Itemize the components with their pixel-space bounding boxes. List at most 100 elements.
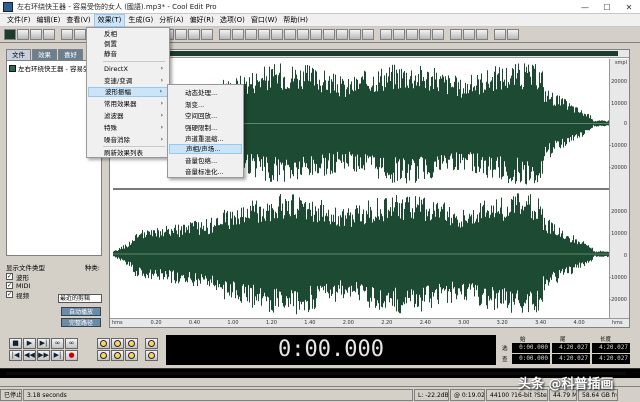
- new-file-icon[interactable]: [17, 29, 29, 40]
- fast-forward-button[interactable]: ▶▶: [37, 350, 50, 361]
- rewind-button[interactable]: ◀◀: [23, 350, 36, 361]
- menu-effects[interactable]: 效果(T): [93, 13, 126, 27]
- menu-analyze[interactable]: 分析(A): [156, 14, 186, 27]
- filter-icon[interactable]: [297, 29, 309, 40]
- selection-begin-value[interactable]: 0:00.000: [512, 343, 550, 353]
- full-path-button[interactable]: 完整路径: [61, 318, 101, 327]
- overview-bar[interactable]: [110, 50, 629, 58]
- cut-icon[interactable]: [61, 29, 73, 40]
- scripts-icon[interactable]: [476, 29, 488, 40]
- menu-options[interactable]: 选项(O): [217, 14, 248, 27]
- cd-icon[interactable]: [450, 29, 462, 40]
- menu-item-noise-reduction[interactable]: 噪音消除 ›: [88, 135, 168, 145]
- envelope-icon[interactable]: [258, 29, 270, 40]
- amplify-icon[interactable]: [245, 29, 257, 40]
- fade-icon[interactable]: [188, 29, 200, 40]
- checkbox-video[interactable]: ✓: [6, 291, 13, 298]
- menu-item-filters[interactable]: 滤波器 ›: [88, 111, 168, 121]
- cue-list-icon[interactable]: [419, 29, 431, 40]
- menu-item-silence[interactable]: 静音: [88, 49, 168, 59]
- checkbox-waveform[interactable]: ✓: [6, 273, 13, 280]
- zoom-selection-icon[interactable]: [125, 350, 138, 361]
- menu-item-reverse[interactable]: 倒置: [88, 39, 168, 49]
- tab-effects[interactable]: 效果: [32, 49, 57, 60]
- sort-select[interactable]: 最近的剪辑: [58, 294, 102, 303]
- multitrack-toggle-icon[interactable]: [4, 29, 16, 40]
- menu-item-binaural[interactable]: 空间回放...: [169, 111, 242, 121]
- play-list-icon[interactable]: [432, 29, 444, 40]
- play-to-end-button[interactable]: ▶|: [37, 338, 50, 349]
- menu-item-normalize[interactable]: 音量标准化...: [169, 167, 242, 177]
- selection-end-value[interactable]: 4:20.027: [552, 343, 590, 353]
- menu-item-dynamics[interactable]: 动态处理...: [169, 88, 242, 98]
- zoom-in-vertical-icon[interactable]: [145, 338, 158, 349]
- stretch-icon[interactable]: [271, 29, 283, 40]
- menu-item-amplitude[interactable]: 波形振幅 ›: [88, 87, 168, 97]
- menu-item-hard-limit[interactable]: 强硬限制...: [169, 123, 242, 133]
- menu-item-envelope-fade[interactable]: 渐变...: [169, 100, 242, 110]
- record-button[interactable]: ●: [65, 350, 78, 361]
- reverb-icon[interactable]: [310, 29, 322, 40]
- close-button[interactable]: ✕: [618, 0, 640, 14]
- snap-icon[interactable]: [406, 29, 418, 40]
- effects-menu: 反相 倒置 静音 DirectX › 变速/变调 › 波形振幅 › 常用效果器 › 滤波…: [86, 27, 170, 158]
- chorus-icon[interactable]: [349, 29, 361, 40]
- menu-item-directx[interactable]: DirectX ›: [88, 64, 168, 74]
- go-to-start-button[interactable]: |◀: [9, 350, 22, 361]
- menu-favorites[interactable]: 偏好(R): [187, 14, 217, 27]
- stop-button[interactable]: ■: [9, 338, 22, 349]
- checkbox-midi[interactable]: ✓: [6, 282, 13, 289]
- flanger-icon[interactable]: [362, 29, 374, 40]
- zoom-to-right-icon[interactable]: [111, 350, 124, 361]
- menu-window[interactable]: 窗口(W): [248, 14, 280, 27]
- grid-icon[interactable]: [393, 29, 405, 40]
- tab-favorites[interactable]: 喜好: [58, 49, 83, 60]
- autoplay-button[interactable]: 自动播放: [61, 307, 101, 316]
- minimize-button[interactable]: —: [574, 0, 596, 14]
- menu-edit[interactable]: 编辑(E): [34, 14, 64, 27]
- menu-help[interactable]: 帮助(H): [280, 14, 311, 27]
- menu-item-volume-envelope[interactable]: 音量包络...: [169, 156, 242, 166]
- selection-length-value[interactable]: 4:20.027: [592, 343, 630, 353]
- settings-icon[interactable]: [494, 29, 506, 40]
- view-length-value[interactable]: 4:20.027: [592, 354, 630, 364]
- right-channel[interactable]: [113, 190, 609, 318]
- go-to-end-button[interactable]: ▶|: [51, 350, 64, 361]
- menu-item-invert[interactable]: 反相: [88, 29, 168, 39]
- delay-icon[interactable]: [323, 29, 335, 40]
- maximize-button[interactable]: ☐: [596, 0, 618, 14]
- play-button[interactable]: ▶: [23, 338, 36, 349]
- noise-reduction-icon[interactable]: [284, 29, 296, 40]
- menu-item-label: 静音: [104, 50, 117, 58]
- spectral-view-icon[interactable]: [219, 29, 231, 40]
- open-file-icon[interactable]: [30, 29, 42, 40]
- menu-item-time-pitch[interactable]: 变速/变调 ›: [88, 76, 168, 86]
- save-file-icon[interactable]: [43, 29, 55, 40]
- menu-generate[interactable]: 生成(G): [125, 14, 156, 27]
- loop-button[interactable]: ∞: [65, 338, 78, 349]
- metronome-icon[interactable]: [380, 29, 392, 40]
- menu-item-special[interactable]: 特殊 ›: [88, 123, 168, 133]
- zoom-to-left-icon[interactable]: [97, 350, 110, 361]
- view-end-value[interactable]: 4:20.027: [552, 354, 590, 364]
- menu-item-pan-expand[interactable]: 声相/声场...: [169, 144, 242, 154]
- tab-files[interactable]: 文件: [6, 49, 31, 60]
- help-icon[interactable]: [507, 29, 519, 40]
- waveform-view-icon[interactable]: [232, 29, 244, 40]
- play-looped-button[interactable]: ∞: [51, 338, 64, 349]
- video-icon[interactable]: [463, 29, 475, 40]
- copy-icon[interactable]: [74, 29, 86, 40]
- normalize-icon[interactable]: [201, 29, 213, 40]
- menu-file[interactable]: 文件(F): [4, 14, 34, 27]
- zoom-in-horizontal-icon[interactable]: [97, 338, 110, 349]
- view-begin-value[interactable]: 0:00.000: [512, 354, 550, 364]
- zoom-out-horizontal-icon[interactable]: [111, 338, 124, 349]
- menu-view[interactable]: 查看(V): [63, 14, 93, 27]
- menu-item-common-effects[interactable]: 常用效果器 ›: [88, 99, 168, 109]
- menu-item-channel-mixer[interactable]: 声道重混缩...: [169, 134, 242, 144]
- zoom-full-icon[interactable]: [125, 338, 138, 349]
- echo-icon[interactable]: [336, 29, 348, 40]
- silence-icon[interactable]: [175, 29, 187, 40]
- zoom-out-vertical-icon[interactable]: [145, 350, 158, 361]
- menu-item-refresh-effects[interactable]: 刷新效果列表: [88, 148, 168, 158]
